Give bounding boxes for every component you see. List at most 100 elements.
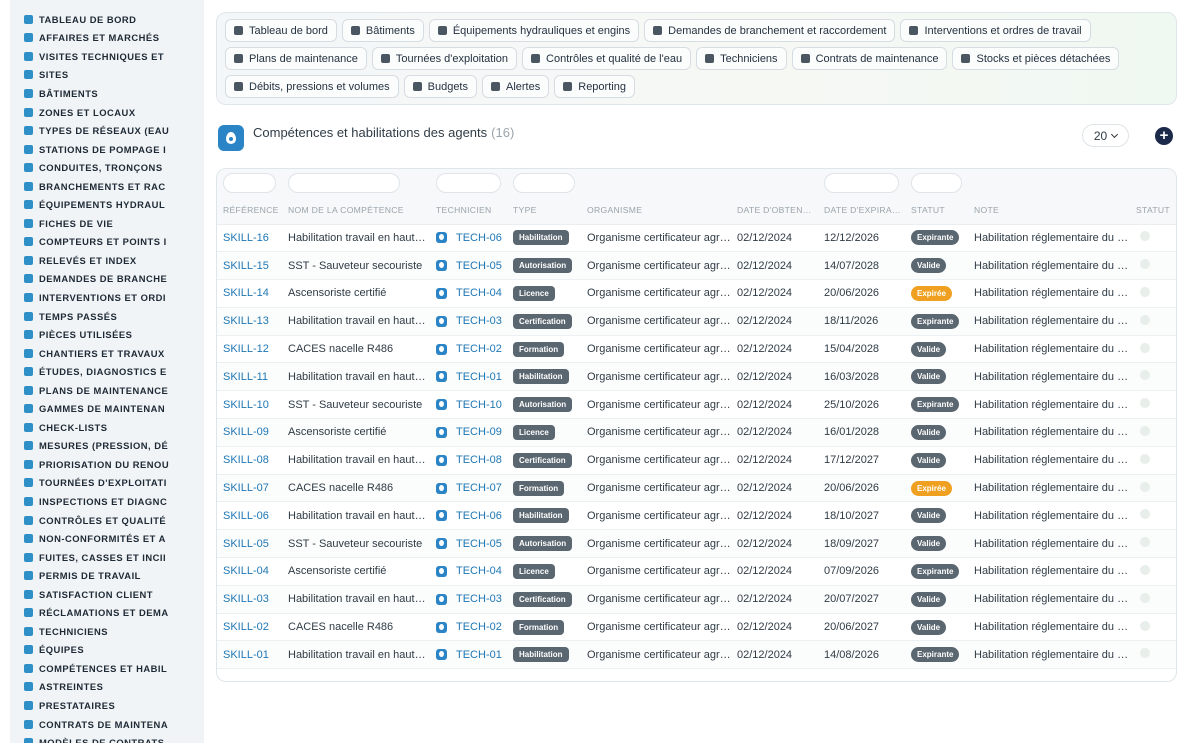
technician-link[interactable]: TECH-02 bbox=[456, 621, 502, 633]
technician-link[interactable]: TECH-06 bbox=[456, 510, 502, 522]
sidebar-item[interactable]: CONDUITES, TRONÇONS bbox=[10, 158, 204, 177]
reference-link[interactable]: SKILL-07 bbox=[223, 482, 269, 494]
technician-link[interactable]: TECH-01 bbox=[456, 649, 502, 661]
reference-link[interactable]: SKILL-04 bbox=[223, 565, 269, 577]
technician-link[interactable]: TECH-10 bbox=[456, 399, 502, 411]
table-row[interactable]: SKILL-01 Habilitation travail en hauteur T… bbox=[217, 640, 1176, 670]
table-row[interactable]: SKILL-11 Habilitation travail en hauteur T… bbox=[217, 362, 1176, 392]
sidebar-item[interactable]: COMPTEURS ET POINTS I bbox=[10, 233, 204, 252]
table-row[interactable]: SKILL-15 SST - Sauveteur secouriste TECH-0… bbox=[217, 251, 1176, 281]
column-header[interactable]: STATUT bbox=[905, 197, 968, 225]
reference-link[interactable]: SKILL-13 bbox=[223, 315, 269, 327]
add-record-button[interactable]: + bbox=[1155, 127, 1173, 145]
nav-tab[interactable]: Débits, pressions et volumes bbox=[225, 75, 399, 98]
column-header[interactable]: RÉFÉRENCE bbox=[217, 197, 282, 225]
reference-link[interactable]: SKILL-03 bbox=[223, 593, 269, 605]
reference-link[interactable]: SKILL-06 bbox=[223, 510, 269, 522]
sidebar-item[interactable]: AFFAIRES ET MARCHÉS bbox=[10, 29, 204, 48]
sidebar-item[interactable]: PRESTATAIRES bbox=[10, 696, 204, 715]
nav-tab[interactable]: Reporting bbox=[554, 75, 635, 98]
nav-tab[interactable]: Interventions et ordres de travail bbox=[900, 19, 1091, 42]
column-header[interactable]: DATE D'OBTEN… bbox=[731, 197, 818, 225]
sidebar-item[interactable]: BRANCHEMENTS ET RAC bbox=[10, 177, 204, 196]
reference-link[interactable]: SKILL-11 bbox=[223, 371, 268, 383]
sidebar-item[interactable]: CHANTIERS ET TRAVAUX bbox=[10, 344, 204, 363]
column-header[interactable]: TECHNICIEN bbox=[430, 197, 507, 225]
sidebar-item[interactable]: VISITES TECHNIQUES ET bbox=[10, 47, 204, 66]
column-header[interactable]: NOM DE LA COMPÉTENCE bbox=[282, 197, 430, 225]
sidebar-item[interactable]: CHECK-LISTS bbox=[10, 418, 204, 437]
column-header[interactable]: ORGANISME bbox=[581, 197, 731, 225]
technician-link[interactable]: TECH-05 bbox=[456, 260, 502, 272]
filter-name-input[interactable] bbox=[288, 173, 400, 193]
sidebar-item[interactable]: SATISFACTION CLIENT bbox=[10, 585, 204, 604]
sidebar-item[interactable]: CONTRÔLES ET QUALITÉ bbox=[10, 511, 204, 530]
technician-link[interactable]: TECH-03 bbox=[456, 315, 502, 327]
sidebar-item[interactable]: PRIORISATION DU RENOU bbox=[10, 455, 204, 474]
table-row[interactable]: SKILL-07 CACES nacelle R486 TECH-07 Formati… bbox=[217, 474, 1176, 503]
column-header[interactable]: TYPE bbox=[507, 197, 581, 225]
sidebar-item[interactable]: STATIONS DE POMPAGE I bbox=[10, 140, 204, 159]
sidebar-item[interactable]: FICHES DE VIE bbox=[10, 214, 204, 233]
nav-tab[interactable]: Stocks et pièces détachées bbox=[952, 47, 1120, 70]
nav-tab[interactable]: Plans de maintenance bbox=[225, 47, 367, 70]
nav-tab[interactable]: Demandes de branchement et raccordement bbox=[644, 19, 896, 42]
nav-tab[interactable]: Équipements hydrauliques et engins bbox=[428, 19, 640, 42]
technician-link[interactable]: TECH-08 bbox=[456, 454, 502, 466]
sidebar-item[interactable]: ÉQUIPES bbox=[10, 641, 204, 660]
technician-link[interactable]: TECH-05 bbox=[456, 538, 502, 550]
technician-link[interactable]: TECH-03 bbox=[456, 593, 502, 605]
table-row[interactable]: SKILL-10 SST - Sauveteur secouriste TECH-1… bbox=[217, 390, 1176, 420]
technician-link[interactable]: TECH-07 bbox=[456, 482, 502, 494]
sidebar-item[interactable]: MESURES (PRESSION, DÉ bbox=[10, 437, 204, 456]
nav-tab[interactable]: Budgets bbox=[403, 75, 477, 98]
technician-link[interactable]: TECH-02 bbox=[456, 343, 502, 355]
filter-technician-input[interactable] bbox=[436, 173, 501, 193]
sidebar-item[interactable]: INTERVENTIONS ET ORDI bbox=[10, 288, 204, 307]
reference-link[interactable]: SKILL-02 bbox=[223, 621, 269, 633]
sidebar-item[interactable]: PLANS DE MAINTENANCE bbox=[10, 381, 204, 400]
table-row[interactable]: SKILL-14 Ascensoriste certifié TECH-04 Lice… bbox=[217, 279, 1176, 308]
reference-link[interactable]: SKILL-09 bbox=[223, 426, 269, 438]
technician-link[interactable]: TECH-01 bbox=[456, 371, 502, 383]
technician-link[interactable]: TECH-06 bbox=[456, 232, 502, 244]
per-page-select[interactable]: 20 bbox=[1082, 124, 1129, 147]
reference-link[interactable]: SKILL-01 bbox=[223, 649, 269, 661]
technician-link[interactable]: TECH-04 bbox=[456, 287, 502, 299]
filter-type-input[interactable] bbox=[513, 173, 575, 193]
column-header[interactable]: DATE D'EXPIRA… bbox=[818, 197, 905, 225]
reference-link[interactable]: SKILL-08 bbox=[223, 454, 269, 466]
table-row[interactable]: SKILL-12 CACES nacelle R486 TECH-02 Formati… bbox=[217, 335, 1176, 364]
table-row[interactable]: SKILL-03 Habilitation travail en hauteur T… bbox=[217, 585, 1176, 614]
table-row[interactable]: SKILL-06 Habilitation travail en hauteur T… bbox=[217, 501, 1176, 531]
sidebar-item[interactable]: ÉTUDES, DIAGNOSTICS E bbox=[10, 362, 204, 381]
sidebar-item[interactable]: MODÈLES DE CONTRATS bbox=[10, 733, 204, 743]
sidebar-item[interactable]: COMPÉTENCES ET HABIL bbox=[10, 659, 204, 678]
column-header[interactable]: STATUT bbox=[1130, 197, 1176, 225]
sidebar-item[interactable]: NON-CONFORMITÉS ET A bbox=[10, 529, 204, 548]
nav-tab[interactable]: Alertes bbox=[482, 75, 550, 98]
table-row[interactable]: SKILL-09 Ascensoriste certifié TECH-09 Lice… bbox=[217, 418, 1176, 447]
reference-link[interactable]: SKILL-10 bbox=[223, 399, 269, 411]
reference-link[interactable]: SKILL-05 bbox=[223, 538, 269, 550]
nav-tab[interactable]: Contrôles et qualité de l'eau bbox=[522, 47, 692, 70]
technician-link[interactable]: TECH-04 bbox=[456, 565, 502, 577]
nav-tab[interactable]: Techniciens bbox=[696, 47, 787, 70]
sidebar-item[interactable]: ASTREINTES bbox=[10, 678, 204, 697]
nav-tab[interactable]: Contrats de maintenance bbox=[791, 47, 948, 70]
table-row[interactable]: SKILL-02 CACES nacelle R486 TECH-02 Formati… bbox=[217, 613, 1176, 642]
reference-link[interactable]: SKILL-15 bbox=[223, 260, 269, 272]
sidebar-item[interactable]: SITES bbox=[10, 66, 204, 85]
table-row[interactable]: SKILL-08 Habilitation travail en hauteur T… bbox=[217, 446, 1176, 475]
sidebar-item[interactable]: GAMMES DE MAINTENAN bbox=[10, 399, 204, 418]
table-row[interactable]: SKILL-13 Habilitation travail en hauteur T… bbox=[217, 307, 1176, 336]
column-header[interactable]: NOTE bbox=[968, 197, 1130, 225]
sidebar-item[interactable]: TEMPS PASSÉS bbox=[10, 307, 204, 326]
technician-link[interactable]: TECH-09 bbox=[456, 426, 502, 438]
table-row[interactable]: SKILL-05 SST - Sauveteur secouriste TECH-0… bbox=[217, 529, 1176, 559]
sidebar-item[interactable]: CONTRATS DE MAINTENA bbox=[10, 715, 204, 734]
sidebar-item[interactable]: PIÈCES UTILISÉES bbox=[10, 325, 204, 344]
filter-expiry-input[interactable] bbox=[824, 173, 899, 193]
sidebar-item[interactable]: FUITES, CASSES ET INCII bbox=[10, 548, 204, 567]
table-row[interactable]: SKILL-16 Habilitation travail en hauteur T… bbox=[217, 224, 1176, 253]
